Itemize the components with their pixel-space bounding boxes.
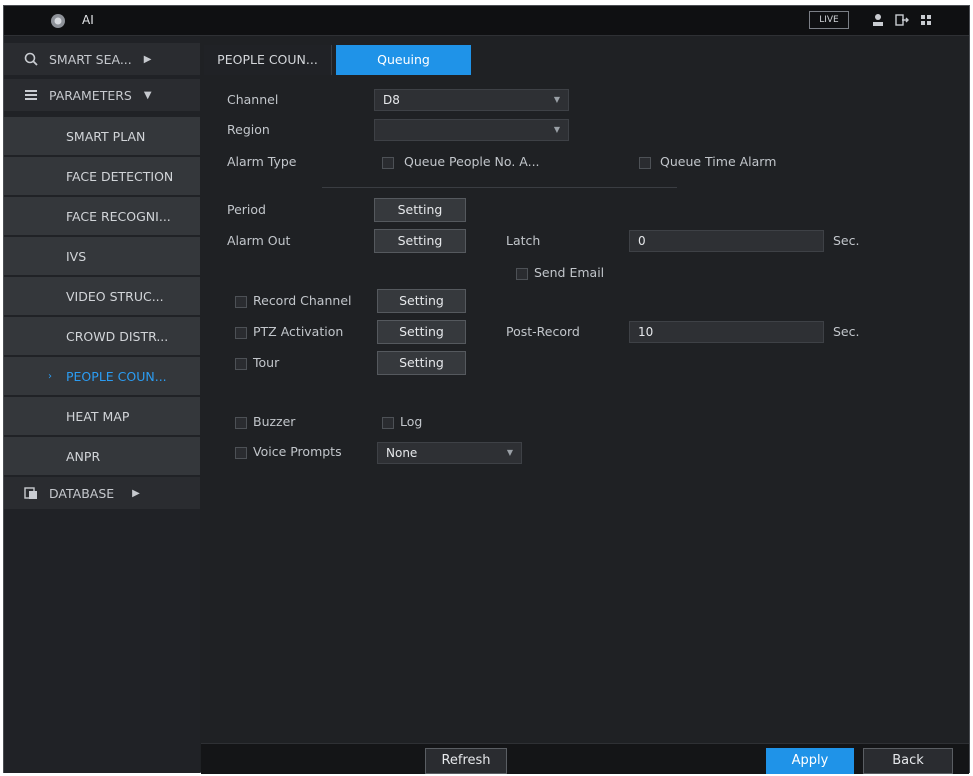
record-channel-setting-button[interactable]: Setting [377, 289, 466, 313]
sidebar-item-smart-plan[interactable]: SMART PLAN [4, 117, 200, 155]
sidebar-item-label: VIDEO STRUC... [66, 288, 164, 304]
chevron-right-icon: ▶ [143, 53, 152, 65]
sidebar-item-label: FACE DETECTION [66, 168, 174, 184]
sidebar-item-label: CROWD DISTR... [66, 328, 169, 344]
app-window: AI LIVE SMART SEA... ▶ PARAMETERS ▼ SMAR… [3, 5, 970, 774]
list-icon [25, 90, 37, 100]
sidebar-database[interactable]: DATABASE ▶ [4, 477, 200, 509]
bottom-bar: Refresh Apply Back [201, 743, 969, 774]
dropdown-caret-icon: ▼ [553, 125, 560, 134]
sidebar-item-label: FACE RECOGNI... [66, 208, 171, 224]
sidebar-item-heat-map[interactable]: HEAT MAP [4, 397, 200, 435]
sidebar-item-label: SMART PLAN [66, 128, 146, 144]
buzzer-checkbox[interactable] [235, 417, 247, 429]
sidebar-item-face-recognition[interactable]: FACE RECOGNI... [4, 197, 200, 235]
tour-label: Tour [253, 355, 280, 370]
sidebar-item-face-detection[interactable]: FACE DETECTION [4, 157, 200, 195]
region-select[interactable]: ▼ [374, 119, 569, 141]
chevron-down-icon: ▼ [143, 89, 152, 101]
app-title: AI [82, 13, 94, 27]
region-label: Region [227, 122, 270, 137]
voice-prompts-select[interactable]: None ▼ [377, 442, 522, 464]
send-email-label: Send Email [534, 265, 605, 280]
voice-prompts-checkbox[interactable] [235, 447, 247, 459]
log-label: Log [400, 414, 423, 429]
record-channel-checkbox[interactable] [235, 296, 247, 308]
sidebar-smart-search[interactable]: SMART SEA... ▶ [4, 43, 200, 75]
sidebar-item-label: HEAT MAP [66, 408, 130, 424]
queue-people-alarm-label: Queue People No. A... [404, 154, 540, 169]
dropdown-caret-icon: ▼ [553, 95, 560, 104]
ptz-activation-label: PTZ Activation [253, 324, 344, 339]
grid-menu-icon[interactable] [918, 12, 934, 28]
latch-input[interactable]: 0 [629, 230, 824, 252]
ai-logo-icon [51, 14, 65, 28]
channel-label: Channel [227, 92, 279, 107]
search-icon [24, 52, 38, 66]
sidebar-database-label: DATABASE [49, 485, 115, 501]
sidebar: SMART SEA... ▶ PARAMETERS ▼ SMART PLAN F… [4, 37, 200, 773]
channel-value: D8 [383, 93, 400, 107]
logout-icon[interactable] [894, 12, 910, 28]
sidebar-parameters[interactable]: PARAMETERS ▼ [4, 79, 200, 111]
tour-checkbox[interactable] [235, 358, 247, 370]
sidebar-item-label: ANPR [66, 448, 101, 464]
ptz-activation-checkbox[interactable] [235, 327, 247, 339]
divider [322, 187, 677, 188]
sidebar-item-video-structuring[interactable]: VIDEO STRUC... [4, 277, 200, 315]
sidebar-item-anpr[interactable]: ANPR [4, 437, 200, 475]
sidebar-item-ivs[interactable]: IVS [4, 237, 200, 275]
latch-unit: Sec. [833, 233, 860, 248]
sidebar-item-crowd-distribution[interactable]: CROWD DISTR... [4, 317, 200, 355]
top-icons [870, 12, 934, 28]
chevron-right-icon: ▶ [132, 487, 140, 499]
active-indicator-icon: › [48, 370, 52, 382]
top-bar: AI LIVE [4, 6, 969, 36]
sidebar-item-label: IVS [66, 248, 87, 264]
alarm-out-setting-button[interactable]: Setting [374, 229, 466, 253]
refresh-button[interactable]: Refresh [425, 748, 507, 774]
tour-setting-button[interactable]: Setting [377, 351, 466, 375]
period-setting-button[interactable]: Setting [374, 198, 466, 222]
database-icon [24, 487, 37, 499]
sidebar-smart-search-label: SMART SEA... [49, 51, 132, 67]
ptz-activation-setting-button[interactable]: Setting [377, 320, 466, 344]
queue-time-alarm-label: Queue Time Alarm [660, 154, 777, 169]
live-button[interactable]: LIVE [809, 11, 849, 29]
post-record-unit: Sec. [833, 324, 860, 339]
record-channel-label: Record Channel [253, 293, 352, 308]
queue-time-alarm-checkbox[interactable] [639, 157, 651, 169]
voice-prompts-label: Voice Prompts [253, 444, 342, 459]
alarm-out-label: Alarm Out [227, 233, 291, 248]
channel-select[interactable]: D8 ▼ [374, 89, 569, 111]
sidebar-item-label: PEOPLE COUN... [66, 368, 167, 384]
user-icon[interactable] [870, 12, 886, 28]
queue-people-alarm-checkbox[interactable] [382, 157, 394, 169]
log-checkbox[interactable] [382, 417, 394, 429]
dropdown-caret-icon: ▼ [506, 448, 513, 457]
buzzer-label: Buzzer [253, 414, 296, 429]
period-label: Period [227, 202, 266, 217]
sidebar-parameters-label: PARAMETERS [49, 87, 132, 103]
tab-queuing[interactable]: Queuing [336, 45, 471, 75]
apply-button[interactable]: Apply [766, 748, 854, 774]
sidebar-item-people-counting[interactable]: › PEOPLE COUN... [4, 357, 200, 395]
latch-label: Latch [506, 233, 541, 248]
post-record-label: Post-Record [506, 324, 580, 339]
voice-prompts-value: None [386, 446, 418, 460]
post-record-input[interactable]: 10 [629, 321, 824, 343]
send-email-checkbox[interactable] [516, 268, 528, 280]
alarm-type-label: Alarm Type [227, 154, 297, 169]
back-button[interactable]: Back [863, 748, 953, 774]
tab-people-counting[interactable]: PEOPLE COUN... [204, 45, 332, 75]
